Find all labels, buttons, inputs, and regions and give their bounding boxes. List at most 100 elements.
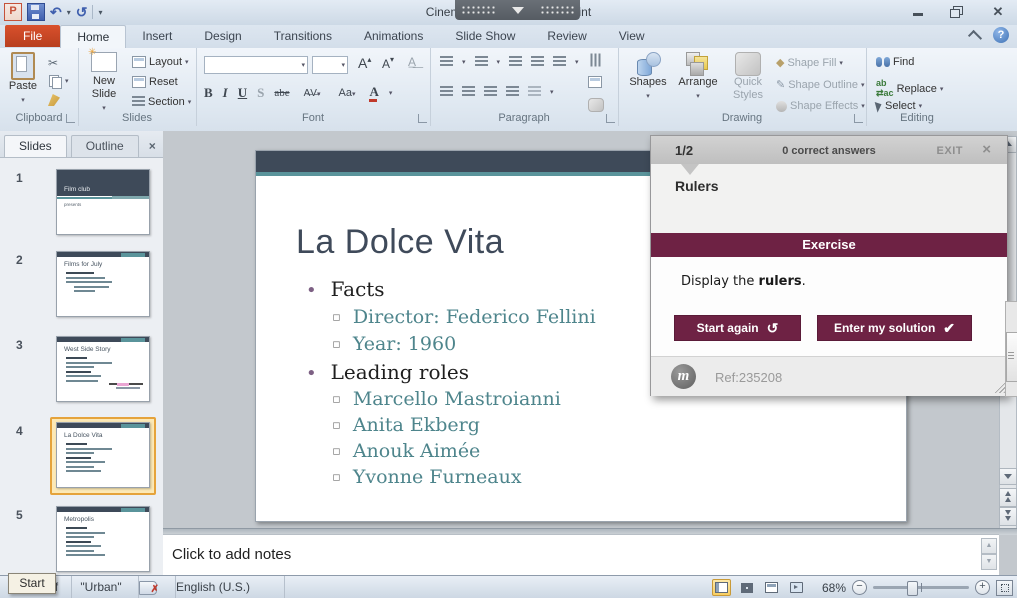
exercise-scrollbar[interactable]: [1005, 301, 1017, 397]
clipboard-dialog-launcher[interactable]: [66, 114, 75, 123]
slide-thumbnail-4-selected[interactable]: 4 La Dolce Vita: [0, 422, 163, 510]
font-size-value[interactable]: ▾: [312, 56, 348, 74]
start-again-button[interactable]: Start again↺: [674, 315, 801, 341]
scroll-down-button[interactable]: [999, 468, 1017, 485]
strikethrough-button[interactable]: abe: [274, 87, 289, 99]
select-button[interactable]: Select▾: [876, 100, 922, 112]
find-button[interactable]: Find: [876, 56, 914, 68]
shape-effects-button[interactable]: Shape Effects▾: [776, 100, 865, 112]
zoom-level[interactable]: 68%: [812, 581, 846, 595]
help-icon[interactable]: ?: [993, 27, 1009, 43]
change-case-button[interactable]: Aa▾: [334, 86, 359, 100]
align-center-icon[interactable]: [462, 86, 475, 98]
text-direction-button[interactable]: [588, 54, 601, 66]
close-button[interactable]: ✕: [985, 4, 1011, 19]
slide-title[interactable]: La Dolce Vita: [296, 223, 504, 262]
exit-button[interactable]: EXIT: [937, 145, 963, 157]
section-button[interactable]: Section▾: [132, 96, 191, 108]
tab-slide-show[interactable]: Slide Show: [439, 25, 531, 47]
tab-transitions[interactable]: Transitions: [258, 25, 348, 47]
smartart-button[interactable]: [588, 98, 604, 112]
tab-slides[interactable]: Slides: [4, 135, 67, 157]
font-name-value[interactable]: ▾: [204, 56, 308, 74]
paste-button[interactable]: Paste▾: [4, 52, 42, 107]
tab-review[interactable]: Review: [531, 25, 602, 47]
bullet-level1[interactable]: Facts: [306, 277, 385, 301]
align-left-icon[interactable]: [440, 86, 453, 98]
increase-indent-icon[interactable]: [531, 56, 544, 68]
quick-styles-button[interactable]: Quick Styles: [726, 52, 770, 102]
format-painter-button[interactable]: [48, 94, 60, 106]
tab-insert[interactable]: Insert: [126, 25, 188, 47]
slide-thumbnail-2[interactable]: 2 Films for July: [0, 251, 163, 335]
minimize-button[interactable]: [905, 4, 931, 19]
copy-button[interactable]: ▾: [48, 74, 69, 88]
collapse-ribbon-icon[interactable]: [968, 29, 982, 43]
grow-font-button[interactable]: A▴: [354, 54, 375, 72]
exercise-drag-handle[interactable]: [455, 0, 580, 20]
next-slide-button[interactable]: [999, 507, 1017, 526]
thumbnail-canvas[interactable]: West Side Story: [56, 336, 150, 402]
font-size-combo[interactable]: ▾: [312, 56, 348, 74]
tab-file[interactable]: File: [5, 25, 60, 47]
bullet-level2[interactable]: Yvonne Furneaux: [332, 466, 522, 488]
new-slide-button[interactable]: New Slide▾: [82, 52, 126, 115]
slide-thumbnail-3[interactable]: 3 West Side Story: [0, 336, 163, 420]
paragraph-dialog-launcher[interactable]: [606, 114, 615, 123]
tab-view[interactable]: View: [603, 25, 661, 47]
zoom-slider-thumb[interactable]: [907, 581, 918, 596]
shapes-button[interactable]: Shapes▾: [626, 52, 670, 103]
restore-button[interactable]: [945, 4, 971, 19]
underline-button[interactable]: U: [238, 85, 247, 101]
align-right-icon[interactable]: [484, 86, 497, 98]
tab-home[interactable]: Home: [60, 25, 126, 48]
bullet-level2[interactable]: Anita Ekberg: [332, 414, 480, 436]
thumbnail-canvas[interactable]: Film club presents: [56, 169, 150, 235]
reading-view-button[interactable]: [762, 579, 781, 596]
normal-view-button[interactable]: [712, 579, 731, 596]
exercise-close-icon[interactable]: ×: [982, 141, 991, 158]
zoom-out-button[interactable]: −: [852, 580, 867, 595]
zoom-slider[interactable]: [873, 586, 969, 589]
reset-button[interactable]: Reset: [132, 76, 178, 88]
character-spacing-button[interactable]: A̶V̶▾: [300, 87, 325, 100]
enter-my-solution-button[interactable]: Enter my solution✔: [817, 315, 972, 341]
decrease-indent-icon[interactable]: [509, 56, 522, 68]
shape-outline-button[interactable]: ✎Shape Outline▾: [776, 78, 864, 91]
notes-pane[interactable]: Click to add notes ▲ ▼: [163, 534, 999, 576]
cut-button[interactable]: ✂: [48, 56, 58, 70]
bullet-level2[interactable]: Anouk Aimée: [332, 440, 480, 462]
thumbnail-canvas[interactable]: Films for July: [56, 251, 150, 317]
language-indicator[interactable]: English (U.S.): [168, 576, 285, 598]
notes-scroll-up-icon[interactable]: ▲: [981, 538, 997, 554]
replace-button[interactable]: ab⇄acReplace▾: [876, 78, 943, 99]
zoom-in-button[interactable]: +: [975, 580, 990, 595]
justify-icon[interactable]: [506, 86, 519, 98]
slide-sorter-view-button[interactable]: [737, 579, 756, 596]
notes-placeholder[interactable]: Click to add notes: [172, 546, 291, 563]
shrink-font-button[interactable]: A▾: [378, 54, 398, 72]
font-color-dropdown[interactable]: ▾: [389, 89, 393, 97]
bullet-level2[interactable]: Director: Federico Fellini: [332, 306, 596, 328]
columns-icon[interactable]: [528, 86, 541, 98]
thumbnail-canvas[interactable]: La Dolce Vita: [56, 422, 150, 488]
bullet-level2[interactable]: Marcello Mastroianni: [332, 388, 561, 410]
previous-slide-button[interactable]: [999, 488, 1017, 507]
font-color-button[interactable]: A: [369, 84, 378, 102]
slide-show-button[interactable]: [787, 579, 806, 596]
align-text-button[interactable]: [588, 76, 602, 88]
tab-outline[interactable]: Outline: [71, 135, 139, 157]
bullet-level1[interactable]: Leading roles: [306, 360, 469, 384]
shape-fill-button[interactable]: ◆Shape Fill▾: [776, 56, 843, 69]
notes-scroll-down-icon[interactable]: ▼: [981, 554, 997, 570]
bold-button[interactable]: B: [204, 85, 213, 101]
bullets-icon[interactable]: [440, 56, 453, 68]
tab-animations[interactable]: Animations: [348, 25, 439, 47]
clear-formatting-button[interactable]: A̲͟: [404, 54, 420, 70]
tab-design[interactable]: Design: [188, 25, 257, 47]
shadow-button[interactable]: S: [257, 85, 264, 101]
slide-thumbnail-1[interactable]: 1 Film club presents: [0, 169, 163, 249]
numbering-icon[interactable]: [475, 56, 488, 68]
theme-indicator[interactable]: "Urban": [64, 576, 139, 598]
font-name-combo[interactable]: ▾: [204, 56, 308, 74]
